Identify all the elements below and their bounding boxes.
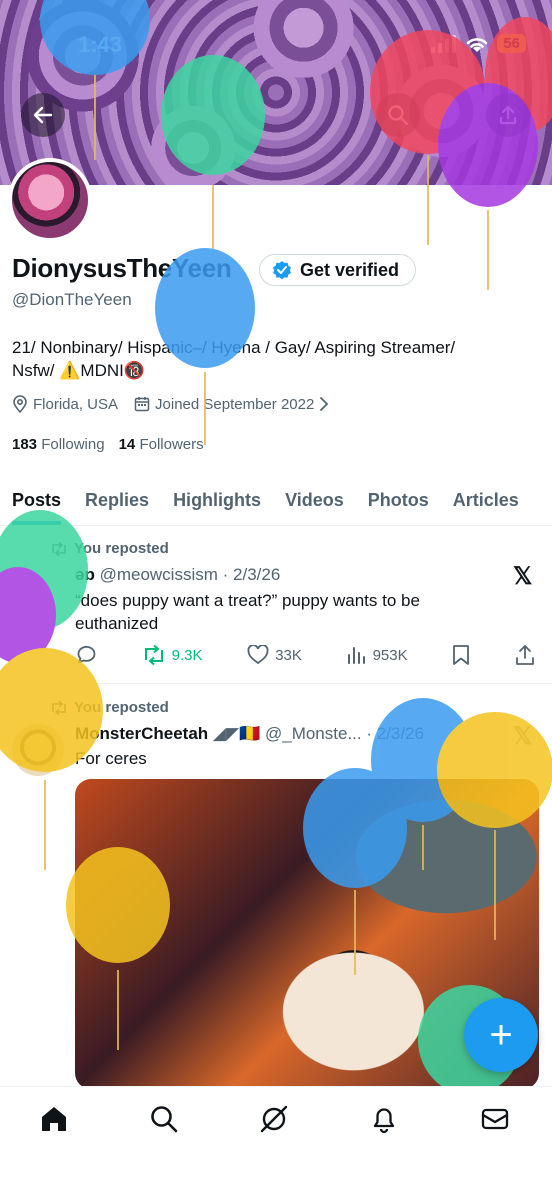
tweet-text[interactable]: “does puppy want a treat?” puppy wants t… [75, 589, 535, 635]
view-count: 953K [372, 646, 408, 664]
tab-photos[interactable]: Photos [356, 475, 441, 525]
messages-mail-icon[interactable] [479, 1103, 511, 1135]
tweet-text-2[interactable]: For ceres [75, 747, 147, 770]
tab-articles[interactable]: Articles [441, 475, 531, 525]
back-button[interactable] [21, 93, 65, 137]
joined-text: Joined September 2022 [155, 395, 315, 413]
author-flags: ◢◤🇷🇴 [212, 724, 261, 743]
display-name: DionysusTheYeen [12, 253, 232, 283]
eighteen-plus-emoji: 🔞 [123, 361, 146, 380]
views-button[interactable]: 953K [347, 645, 408, 665]
x-logo-icon-2[interactable]: 𝕏 [513, 722, 532, 751]
search-nav-icon[interactable] [148, 1103, 180, 1135]
profile-bio: 21/ Nonbinary/ Hispanic–/ Hyena / Gay/ A… [12, 336, 542, 382]
post-divider [0, 683, 552, 684]
compose-button[interactable]: + [464, 998, 538, 1072]
share-post-button[interactable] [515, 644, 535, 666]
tweet-date-2: · 2/3/26 [366, 724, 425, 743]
heart-icon [247, 645, 269, 665]
bio-mdni: MDNI [80, 361, 124, 380]
verified-badge-icon [273, 261, 291, 280]
following-label: Following [41, 436, 105, 453]
share-post-icon [516, 645, 534, 665]
chevron-right-icon [320, 397, 329, 411]
reply-icon [77, 645, 96, 663]
home-icon[interactable] [38, 1103, 70, 1135]
repost-small-icon [52, 700, 66, 715]
repost-icon [144, 645, 163, 665]
location-pin-icon [13, 395, 27, 413]
x-logo-icon[interactable]: 𝕏 [513, 562, 532, 591]
tweet-text-line-2: euthanized [75, 614, 159, 633]
follow-counts: 183 Following 14 Followers [12, 436, 204, 453]
bookmark-button[interactable] [452, 644, 470, 666]
followers-link[interactable]: 14 Followers [119, 436, 204, 453]
profile-tabs: Posts Replies Highlights Videos Photos A… [0, 475, 552, 526]
author-avatar[interactable] [12, 724, 64, 776]
tweet-author[interactable]: əɒ @meowcissism · 2/3/26 [75, 565, 280, 585]
status-indicators: 56 [431, 34, 526, 53]
repost-count: 9.3K [171, 646, 203, 664]
location-text: Florida, USA [33, 395, 119, 413]
bottom-nav [0, 1086, 552, 1201]
following-link[interactable]: 183 Following [12, 436, 105, 453]
warning-emoji: ⚠️ [59, 361, 81, 380]
bio-line-2: Nsfw/ ⚠️MDNI🔞 [12, 359, 542, 382]
tab-replies[interactable]: Replies [73, 475, 161, 525]
share-button[interactable] [486, 93, 530, 137]
followers-count: 14 [118, 436, 136, 453]
author-handle: @meowcissism [99, 565, 218, 584]
repost-indicator-2: You reposted [50, 699, 169, 716]
profile-banner[interactable] [0, 0, 552, 185]
arrow-left-icon [33, 106, 53, 124]
following-count: 183 [12, 436, 38, 453]
user-handle: @DionTheYeen [12, 290, 132, 309]
repost-label-2: You reposted [74, 699, 169, 716]
bio-nsfw: Nsfw/ [12, 361, 60, 380]
tab-highlights[interactable]: Highlights [161, 475, 273, 525]
battery-level: 56 [497, 34, 526, 53]
repost-indicator: You reposted [50, 540, 169, 557]
bookmark-icon [453, 645, 470, 665]
share-icon [499, 105, 517, 125]
location-item: Florida, USA [12, 395, 118, 413]
bio-line-1: 21/ Nonbinary/ Hispanic–/ Hyena / Gay/ A… [12, 338, 456, 357]
author-name: MonsterCheetah [75, 724, 209, 743]
avatar[interactable] [8, 158, 92, 242]
tweet-actions: 9.3K 33K 953K [75, 644, 535, 666]
get-verified-label: Get verified [300, 259, 400, 280]
author-prefix: əɒ [75, 565, 95, 584]
repost-label: You reposted [74, 540, 169, 557]
grok-icon[interactable] [258, 1103, 290, 1135]
profile-meta: Florida, USA Joined September 2022 [12, 395, 329, 413]
wifi-icon [467, 37, 488, 52]
tweet-text-line-1: “does puppy want a treat?” puppy wants t… [75, 591, 420, 610]
joined-item[interactable]: Joined September 2022 [134, 396, 329, 413]
search-icon [388, 105, 409, 126]
status-time: 1:43 [78, 32, 123, 57]
views-bar-icon [347, 647, 365, 664]
notifications-bell-icon[interactable] [368, 1103, 400, 1135]
like-count: 33K [275, 646, 302, 664]
tab-posts[interactable]: Posts [0, 475, 73, 525]
repost-button[interactable]: 9.3K [142, 645, 203, 665]
author-handle-2: @_Monste... [264, 724, 362, 743]
signal-icon [431, 34, 457, 53]
tweet-date: · 2/3/26 [222, 565, 281, 584]
calendar-icon [134, 397, 150, 412]
repost-small-icon [52, 541, 66, 556]
followers-label: Followers [139, 436, 204, 453]
tab-videos[interactable]: Videos [273, 475, 356, 525]
tweet-author-2[interactable]: MonsterCheetah ◢◤🇷🇴 @_Monste... · 2/3/26 [75, 724, 424, 744]
like-button[interactable]: 33K [247, 645, 302, 665]
get-verified-button[interactable]: Get verified [259, 254, 417, 286]
search-button[interactable] [376, 93, 420, 137]
reply-button[interactable] [75, 644, 97, 666]
